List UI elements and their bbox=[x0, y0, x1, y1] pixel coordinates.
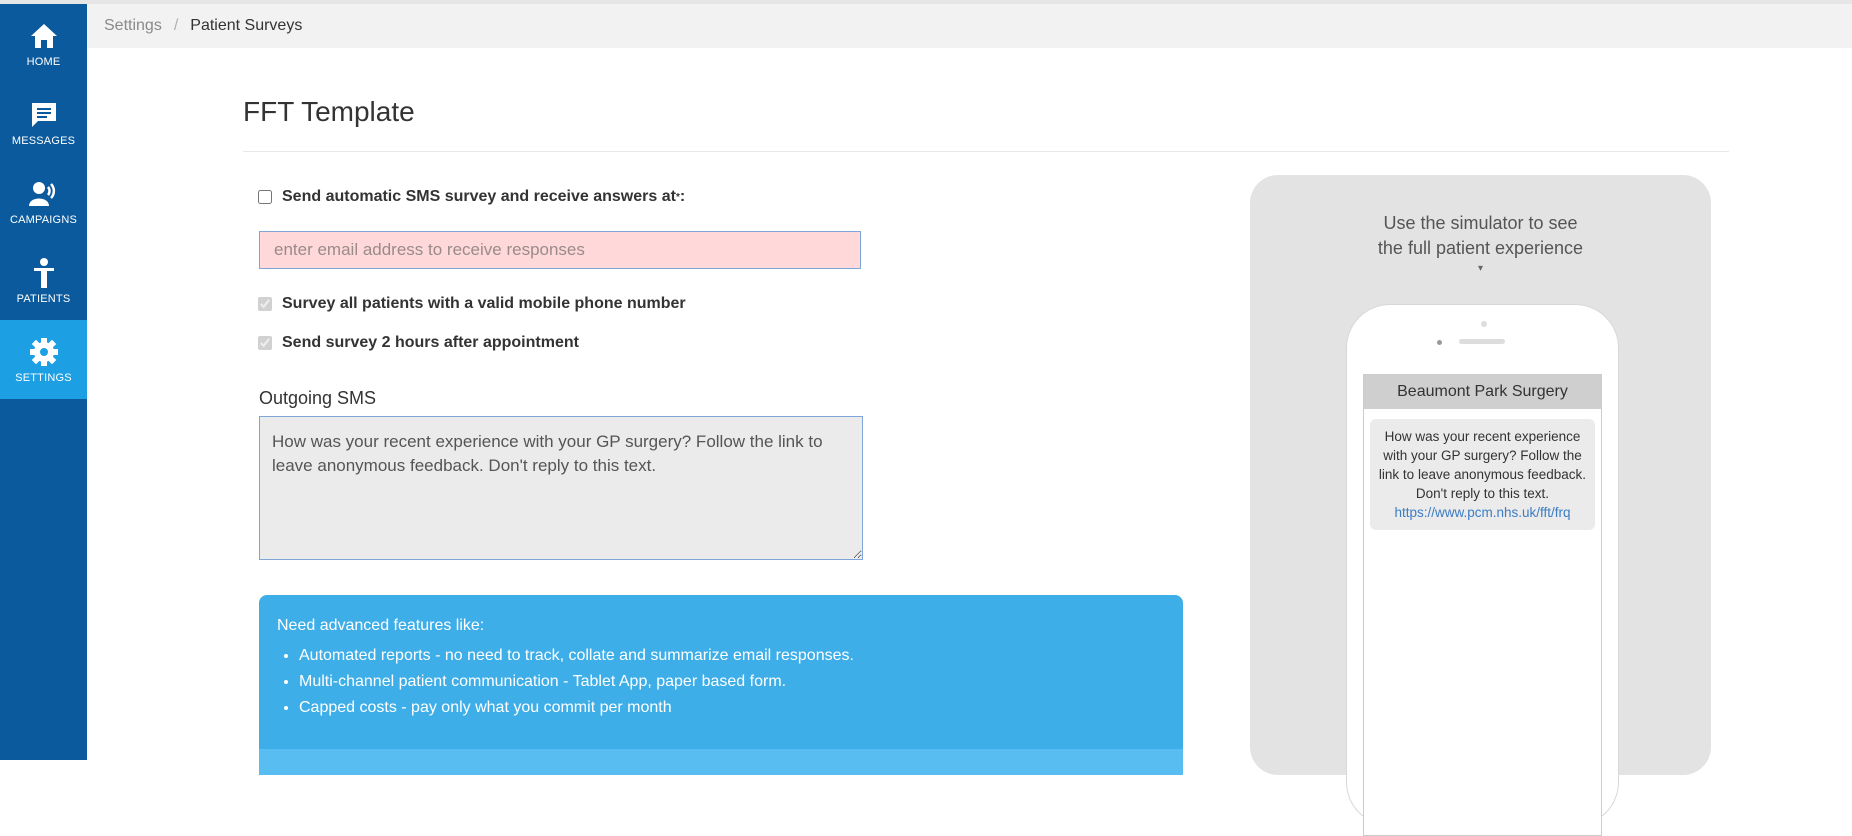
phone-screen: Beaumont Park Surgery How was your recen… bbox=[1363, 374, 1602, 836]
auto-sms-colon: : bbox=[679, 188, 686, 205]
sidebar-item-patients[interactable]: PATIENTS bbox=[0, 241, 87, 320]
send-after-label: Send survey 2 hours after appointment bbox=[282, 334, 579, 351]
outgoing-sms-textarea[interactable]: How was your recent experience with your… bbox=[259, 416, 863, 560]
sidebar: HOME MESSAGES CAMPAIGNS PATIENTS SETTING… bbox=[0, 4, 87, 760]
simulator-hint: Use the simulator to see the full patien… bbox=[1250, 211, 1711, 261]
sidebar-item-label: HOME bbox=[26, 55, 61, 68]
breadcrumb: Settings / Patient Surveys bbox=[87, 4, 1852, 48]
message-icon bbox=[28, 99, 60, 131]
phone-speaker bbox=[1459, 339, 1505, 344]
send-after-checkbox[interactable] bbox=[258, 336, 272, 350]
simulator-hint-line1: Use the simulator to see bbox=[1383, 213, 1578, 233]
sidebar-item-label: SETTINGS bbox=[15, 371, 72, 384]
email-field[interactable] bbox=[259, 231, 861, 269]
sidebar-item-label: PATIENTS bbox=[16, 292, 71, 305]
list-item: Multi-channel patient communication - Ta… bbox=[299, 669, 854, 695]
sidebar-item-label: CAMPAIGNS bbox=[10, 213, 77, 226]
sidebar-item-label: MESSAGES bbox=[11, 134, 76, 147]
simulator-panel: Use the simulator to see the full patien… bbox=[1250, 175, 1711, 836]
survey-all-label: Survey all patients with a valid mobile … bbox=[282, 295, 686, 312]
breadcrumb-settings-link[interactable]: Settings bbox=[104, 17, 162, 35]
auto-sms-row: Send automatic SMS survey and receive an… bbox=[258, 188, 685, 206]
sender-name: Beaumont Park Surgery bbox=[1364, 375, 1601, 409]
feature-list: Automated reports - no need to track, co… bbox=[279, 643, 854, 721]
auto-sms-checkbox[interactable] bbox=[258, 190, 272, 204]
breadcrumb-separator: / bbox=[173, 17, 179, 34]
survey-all-checkbox[interactable] bbox=[258, 297, 272, 311]
auto-sms-label: Send automatic SMS survey and receive an… bbox=[282, 188, 676, 205]
page-title: FFT Template bbox=[243, 96, 415, 127]
phone-mockup: Beaumont Park Surgery How was your recen… bbox=[1346, 304, 1619, 836]
outgoing-sms-label: Outgoing SMS bbox=[259, 388, 377, 408]
home-icon bbox=[28, 20, 60, 52]
phone-sensor bbox=[1437, 340, 1442, 345]
banner-footer bbox=[259, 749, 1183, 775]
sms-bubble: How was your recent experience with your… bbox=[1370, 419, 1595, 530]
megaphone-icon bbox=[28, 178, 60, 210]
survey-link[interactable]: https://www.pcm.nhs.uk/fft/frq bbox=[1376, 503, 1589, 522]
gear-icon bbox=[28, 336, 60, 368]
sidebar-item-settings[interactable]: SETTINGS bbox=[0, 320, 87, 399]
sidebar-item-campaigns[interactable]: CAMPAIGNS bbox=[0, 162, 87, 241]
advanced-features-banner: Need advanced features like: Automated r… bbox=[259, 595, 1183, 775]
list-item: Automated reports - no need to track, co… bbox=[299, 643, 854, 669]
list-item: Capped costs - pay only what you commit … bbox=[299, 695, 854, 721]
survey-all-row: Survey all patients with a valid mobile … bbox=[258, 295, 686, 313]
person-icon bbox=[28, 257, 60, 289]
phone-camera bbox=[1481, 321, 1487, 327]
sidebar-item-messages[interactable]: MESSAGES bbox=[0, 83, 87, 162]
caret-down-icon: ▾ bbox=[1477, 263, 1484, 274]
title-divider bbox=[243, 151, 1729, 152]
breadcrumb-current: Patient Surveys bbox=[190, 17, 303, 34]
sms-bubble-text: How was your recent experience with your… bbox=[1378, 429, 1587, 501]
simulator-hint-line2: the full patient experience bbox=[1377, 238, 1584, 258]
send-after-row: Send survey 2 hours after appointment bbox=[258, 334, 579, 352]
banner-heading: Need advanced features like: bbox=[277, 617, 485, 634]
sidebar-item-home[interactable]: HOME bbox=[0, 4, 87, 83]
